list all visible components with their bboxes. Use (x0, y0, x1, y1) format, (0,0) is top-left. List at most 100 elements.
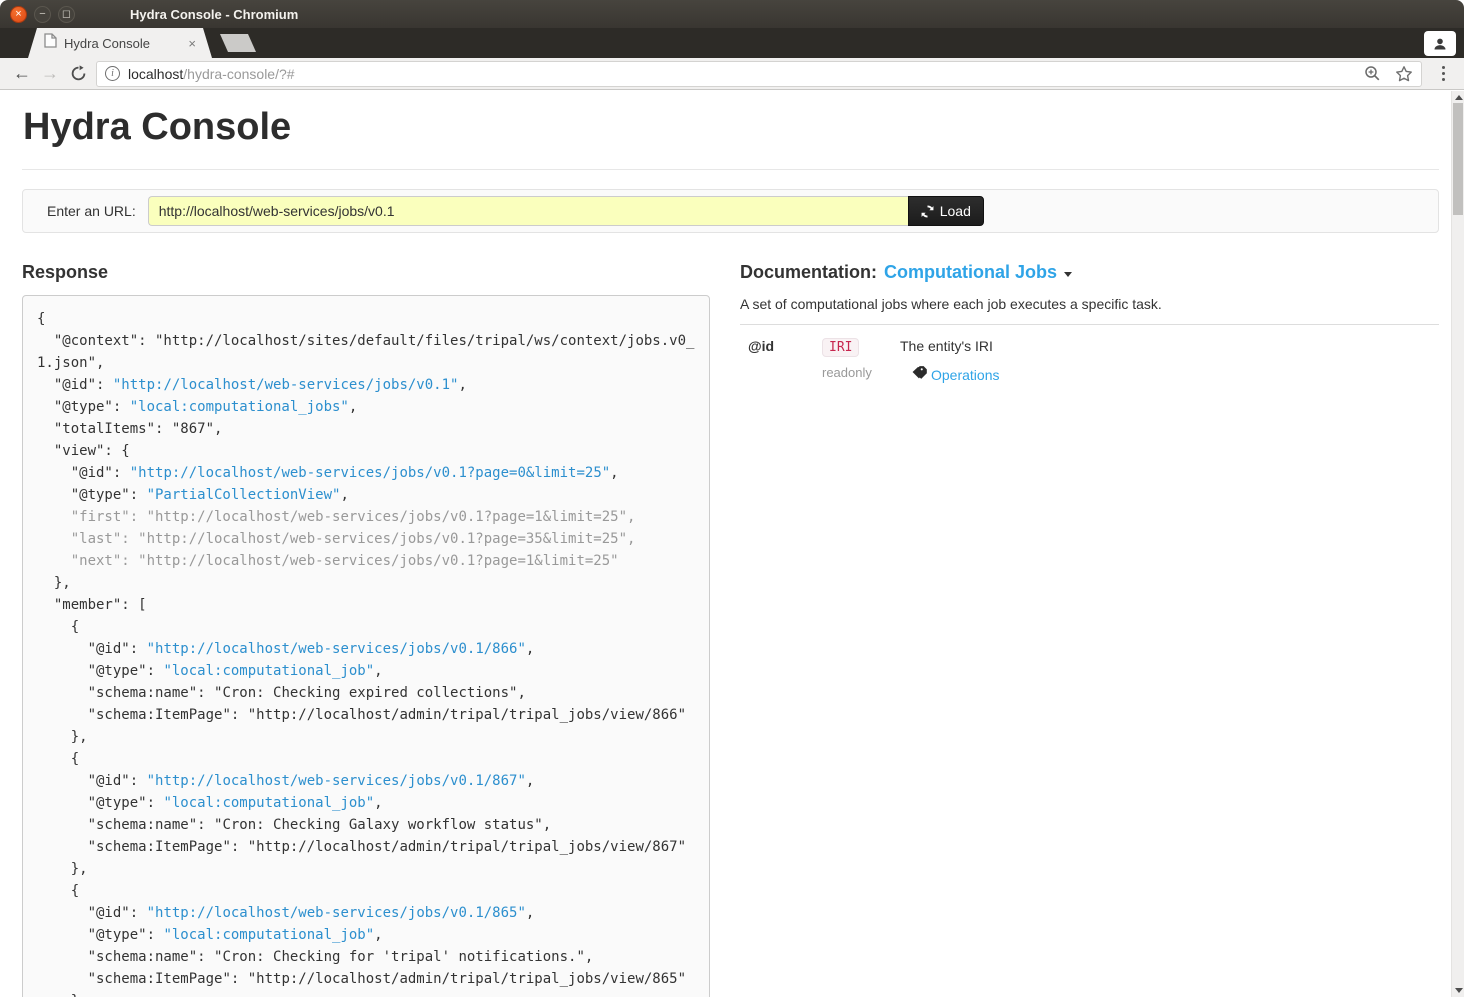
site-info-icon[interactable]: i (105, 66, 120, 81)
json-text: "schema:name": "Cron: Checking expired c… (37, 685, 526, 701)
json-text-muted: "last": "http://localhost/web-services/j… (37, 531, 635, 547)
url-form-label: Enter an URL: (47, 203, 136, 219)
json-text: "totalItems": "867", (37, 421, 222, 437)
json-text-muted: "next": "http://localhost/web-services/j… (37, 553, 619, 569)
json-text: "schema:name": "Cron: Checking for 'trip… (37, 949, 593, 965)
json-text: , (526, 641, 534, 657)
property-type-badge: IRI (822, 338, 859, 357)
json-link[interactable]: "local:computational_jobs" (130, 399, 349, 415)
json-text: , (374, 927, 382, 943)
json-text: "@type": (37, 663, 163, 679)
json-text: "@type": (37, 487, 147, 503)
documentation-section: Documentation: Computational Jobs A set … (740, 262, 1439, 997)
url-host: localhost (128, 66, 183, 82)
url-input[interactable] (148, 196, 908, 226)
zoom-page-icon[interactable] (1364, 65, 1381, 82)
json-text: "view": { (37, 443, 130, 459)
window-titlebar: × − ◻ Hydra Console - Chromium (0, 0, 1464, 28)
property-row: @id IRI The entity's IRI readonly (740, 338, 1439, 385)
tab-close-icon[interactable]: × (186, 36, 198, 51)
documentation-description: A set of computational jobs where each j… (740, 296, 1439, 312)
load-button-label: Load (940, 203, 971, 219)
json-link[interactable]: "local:computational_job" (163, 663, 374, 679)
json-text: "@id": (37, 641, 147, 657)
url-path: /hydra-console/?# (183, 66, 294, 82)
documentation-class-link[interactable]: Computational Jobs (884, 262, 1057, 283)
reload-button[interactable] (64, 60, 92, 88)
person-icon (1432, 36, 1448, 52)
page-scrollbar[interactable] (1451, 91, 1464, 997)
tab-strip: Hydra Console × (0, 28, 1464, 58)
bookmark-star-icon[interactable] (1395, 65, 1413, 83)
json-text: "@id": (37, 465, 130, 481)
json-text: }, (37, 861, 88, 877)
json-link[interactable]: "http://localhost/web-services/jobs/v0.1… (147, 773, 526, 789)
browser-toolbar: ← → i localhost /hydra-console/?# (0, 58, 1464, 90)
json-text: "schema:ItemPage": "http://localhost/adm… (37, 971, 686, 987)
browser-window: × − ◻ Hydra Console - Chromium Hydra Con… (0, 0, 1464, 999)
json-text: "@id": (37, 377, 113, 393)
json-text: { (37, 751, 79, 767)
profile-avatar-button[interactable] (1424, 31, 1456, 56)
json-link[interactable]: "http://localhost/web-services/jobs/v0.1… (147, 641, 526, 657)
json-text: , (526, 905, 534, 921)
window-maximize-button[interactable]: ◻ (58, 6, 75, 23)
header-divider (22, 169, 1439, 170)
chevron-down-icon[interactable] (1064, 272, 1072, 277)
url-form: Enter an URL: Load (22, 189, 1439, 233)
response-heading: Response (22, 262, 710, 283)
json-text: { (37, 619, 79, 635)
json-text: , (374, 663, 382, 679)
json-text: "@context": "http://localhost/sites/defa… (37, 333, 694, 371)
json-link[interactable]: "local:computational_job" (163, 927, 374, 943)
json-text: , (374, 795, 382, 811)
page-title: Hydra Console (22, 90, 1439, 149)
address-bar[interactable]: i localhost /hydra-console/?# (96, 61, 1422, 87)
property-description: The entity's IRI (900, 338, 1439, 354)
json-text: "@type": (37, 927, 163, 943)
json-text: } (37, 993, 79, 997)
json-text: { (37, 883, 79, 899)
property-access-label: readonly (822, 365, 900, 380)
response-section: Response { "@context": "http://localhost… (22, 262, 710, 997)
json-text: "schema:ItemPage": "http://localhost/adm… (37, 707, 686, 723)
json-text: "schema:name": "Cron: Checking Galaxy wo… (37, 817, 551, 833)
back-button[interactable]: ← (8, 60, 36, 88)
json-link[interactable]: "http://localhost/web-services/jobs/v0.1… (113, 377, 459, 393)
json-text-muted: "first": "http://localhost/web-services/… (37, 509, 635, 525)
window-title: Hydra Console - Chromium (130, 7, 298, 22)
forward-button[interactable]: → (36, 60, 64, 88)
json-text: , (349, 399, 357, 415)
response-json-panel: { "@context": "http://localhost/sites/de… (22, 295, 710, 997)
documentation-heading: Documentation: (740, 262, 877, 283)
page-content: Hydra Console Enter an URL: Load (0, 90, 1464, 997)
json-text: , (340, 487, 348, 503)
json-text: "schema:ItemPage": "http://localhost/adm… (37, 839, 686, 855)
json-content: { "@context": "http://localhost/sites/de… (37, 308, 695, 997)
json-text: , (526, 773, 534, 789)
tags-icon (912, 365, 927, 385)
load-button[interactable]: Load (908, 196, 984, 226)
json-text: "@id": (37, 905, 147, 921)
refresh-icon (921, 205, 934, 218)
json-link[interactable]: "http://localhost/web-services/jobs/v0.1… (130, 465, 610, 481)
json-link[interactable]: "http://localhost/web-services/jobs/v0.1… (147, 905, 526, 921)
json-text: "member": [ (37, 597, 147, 613)
new-tab-button[interactable] (220, 34, 256, 52)
browser-tab[interactable]: Hydra Console × (28, 28, 212, 58)
scrollbar-down-arrow[interactable] (1455, 988, 1463, 993)
scrollbar-up-arrow[interactable] (1455, 95, 1463, 100)
json-text: , (458, 377, 466, 393)
browser-menu-button[interactable] (1430, 61, 1456, 87)
json-link[interactable]: "local:computational_job" (163, 795, 374, 811)
scrollbar-thumb[interactable] (1453, 103, 1463, 215)
tab-title: Hydra Console (64, 36, 186, 51)
json-text: }, (37, 575, 71, 591)
json-text: { (37, 311, 45, 327)
documentation-divider (740, 324, 1439, 325)
window-minimize-button[interactable]: − (34, 6, 51, 23)
json-link[interactable]: "PartialCollectionView" (147, 487, 341, 503)
json-text: }, (37, 729, 88, 745)
window-close-button[interactable]: × (10, 6, 27, 23)
operations-link[interactable]: Operations (931, 367, 999, 383)
